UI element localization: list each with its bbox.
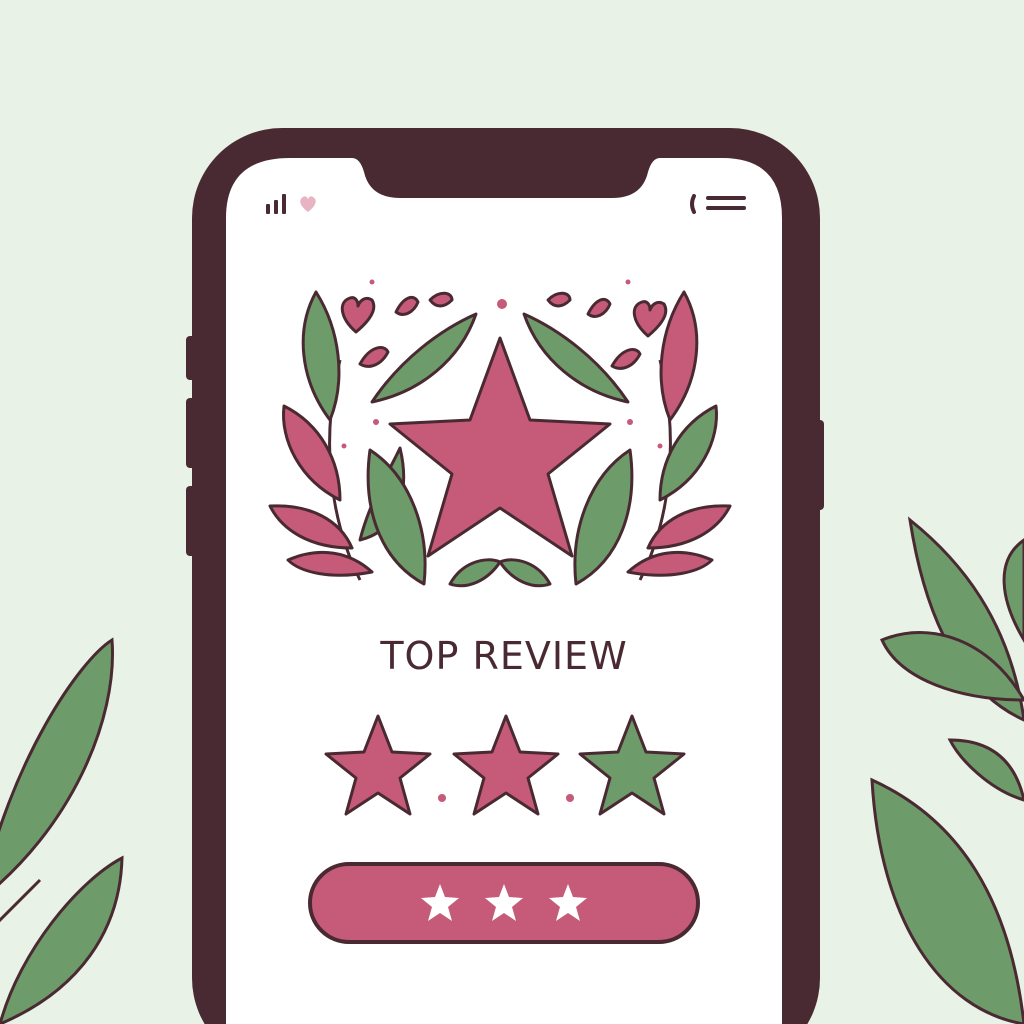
button-star-icon <box>485 884 523 921</box>
submit-rating-button[interactable] <box>308 862 700 944</box>
button-star-icon <box>421 884 459 921</box>
button-star-icon <box>549 884 587 921</box>
top-review-title: TOP REVIEW <box>380 634 628 678</box>
heart-icon <box>300 196 316 212</box>
wreath-illustration <box>268 290 732 588</box>
signal-icon <box>266 194 286 214</box>
menu-icon[interactable] <box>690 194 746 214</box>
